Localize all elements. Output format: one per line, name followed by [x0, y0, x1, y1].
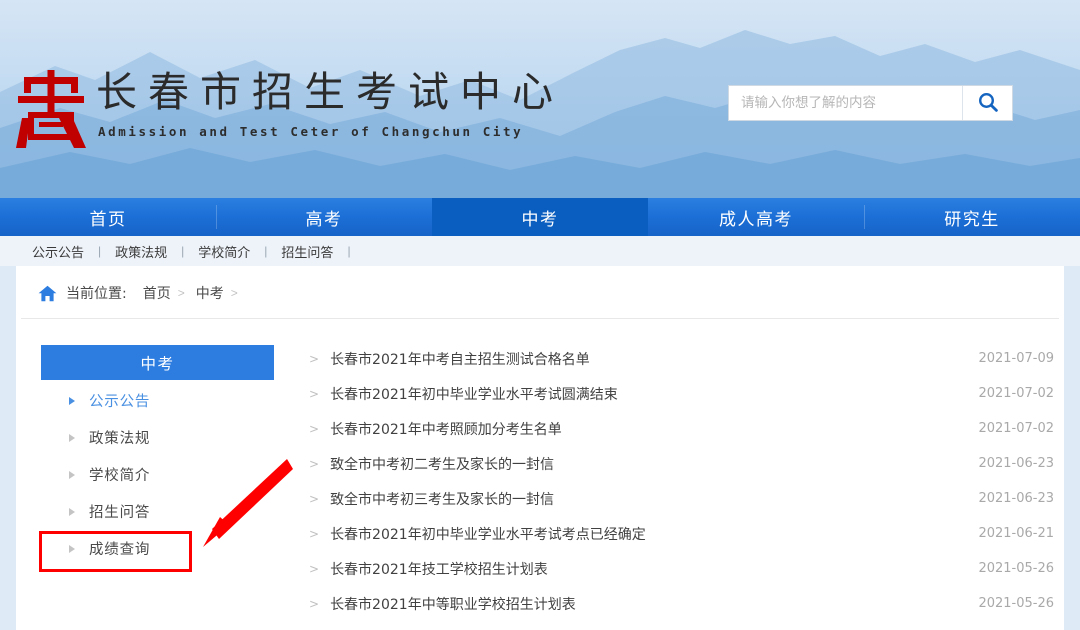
triangle-right-icon	[69, 433, 75, 442]
article-title[interactable]: 长春市2021年中考自主招生测试合格名单	[330, 349, 962, 369]
article-title[interactable]: 长春市2021年中考照顾加分考生名单	[330, 419, 962, 439]
chevron-right-icon: >	[309, 596, 320, 611]
triangle-right-icon	[69, 470, 75, 479]
home-icon	[38, 285, 57, 302]
search-input[interactable]	[729, 86, 962, 120]
chevron-right-icon: >	[309, 456, 320, 471]
list-item[interactable]: > 长春市2021年中考照顾加分考生名单 2021-07-02	[309, 411, 1054, 446]
sidebar-item-label: 招生问答	[89, 505, 151, 521]
article-date: 2021-07-02	[978, 386, 1054, 401]
nav-item-adult-gaokao[interactable]: 成人高考	[648, 198, 864, 236]
sidebar-item-label: 政策法规	[89, 431, 151, 447]
article-date: 2021-06-23	[978, 491, 1054, 506]
sidebar: 中考 公示公告 政策法规 学校简介 招生问答 成绩查询	[41, 345, 274, 567]
nav-item-home[interactable]: 首页	[0, 198, 216, 236]
article-title[interactable]: 长春市2021年技工学校招生计划表	[330, 559, 962, 579]
breadcrumb: 当前位置: 首页 > 中考 >	[38, 281, 249, 305]
article-title[interactable]: 致全市中考初二考生及家长的一封信	[330, 454, 962, 474]
list-item[interactable]: > 致全市中考初三考生及家长的一封信 2021-06-23	[309, 481, 1054, 516]
breadcrumb-arrow: >	[177, 286, 185, 300]
sidebar-item-label: 成绩查询	[89, 542, 151, 558]
chevron-right-icon: >	[309, 561, 320, 576]
list-item[interactable]: > 致全市中考初二考生及家长的一封信 2021-06-23	[309, 446, 1054, 481]
sidebar-item-policies[interactable]: 政策法规	[41, 419, 274, 456]
article-title[interactable]: 长春市2021年初中毕业学业水平考试圆满结束	[330, 384, 962, 404]
search-button[interactable]	[962, 86, 1012, 120]
sub-nav: 公示公告 | 政策法规 | 学校简介 | 招生问答 |	[0, 236, 1080, 266]
sidebar-item-label: 学校简介	[89, 468, 151, 484]
sidebar-list: 公示公告 政策法规 学校简介 招生问答 成绩查询	[41, 382, 274, 567]
subnav-item-admission-qa[interactable]: 招生问答	[267, 242, 347, 261]
article-title[interactable]: 长春市2021年中等职业学校招生计划表	[330, 594, 962, 614]
breadcrumb-link-zhongkao[interactable]: 中考	[196, 283, 224, 303]
triangle-right-icon	[69, 396, 75, 405]
page-root: 长春市招生考试中心 Admission and Test Ceter of Ch…	[0, 0, 1080, 630]
list-item[interactable]: > 长春市2021年中等职业学校招生计划表 2021-05-26	[309, 586, 1054, 621]
article-date: 2021-06-23	[978, 456, 1054, 471]
site-banner: 长春市招生考试中心 Admission and Test Ceter of Ch…	[0, 0, 1080, 198]
chevron-right-icon: >	[309, 526, 320, 541]
nav-item-gaokao[interactable]: 高考	[216, 198, 432, 236]
chevron-right-icon: >	[309, 421, 320, 436]
triangle-right-icon	[69, 544, 75, 553]
chevron-right-icon: >	[309, 491, 320, 506]
article-title[interactable]: 长春市2021年初中毕业学业水平考试考点已经确定	[330, 524, 962, 544]
article-title[interactable]: 致全市中考初三考生及家长的一封信	[330, 489, 962, 509]
article-date: 2021-07-02	[978, 421, 1054, 436]
triangle-right-icon	[69, 507, 75, 516]
main-nav: 首页 高考 中考 成人高考 研究生	[0, 198, 1080, 236]
subnav-item-announcements[interactable]: 公示公告	[18, 242, 98, 261]
nav-item-graduate[interactable]: 研究生	[864, 198, 1080, 236]
article-date: 2021-05-26	[978, 561, 1054, 576]
site-subtitle: Admission and Test Ceter of Changchun Ci…	[98, 124, 524, 139]
breadcrumb-divider	[21, 318, 1059, 319]
list-item[interactable]: > 长春市2021年技工学校招生计划表 2021-05-26	[309, 551, 1054, 586]
article-date: 2021-06-21	[978, 526, 1054, 541]
sidebar-title: 中考	[41, 345, 274, 380]
sidebar-item-label: 公示公告	[89, 394, 151, 410]
sidebar-item-score-query[interactable]: 成绩查询	[41, 530, 274, 567]
article-date: 2021-05-26	[978, 596, 1054, 611]
subnav-item-policies[interactable]: 政策法规	[101, 242, 181, 261]
content-card: 当前位置: 首页 > 中考 > 中考 公示公告 政策法规 学校简介 招生问答 成…	[16, 266, 1064, 630]
article-list: > 长春市2021年中考自主招生测试合格名单 2021-07-09 > 长春市2…	[309, 341, 1054, 621]
sidebar-item-announcements[interactable]: 公示公告	[41, 382, 274, 419]
seal-logo-icon	[12, 68, 90, 150]
search-box[interactable]	[728, 85, 1013, 121]
list-item[interactable]: > 长春市2021年初中毕业学业水平考试圆满结束 2021-07-02	[309, 376, 1054, 411]
breadcrumb-link-home[interactable]: 首页	[143, 283, 171, 303]
sidebar-item-school-intro[interactable]: 学校简介	[41, 456, 274, 493]
list-item[interactable]: > 长春市2021年中考自主招生测试合格名单 2021-07-09	[309, 341, 1054, 376]
page-title: 长春市招生考试中心	[96, 68, 564, 116]
subnav-item-school-intro[interactable]: 学校简介	[184, 242, 264, 261]
breadcrumb-arrow: >	[230, 286, 238, 300]
sidebar-item-admission-qa[interactable]: 招生问答	[41, 493, 274, 530]
nav-item-zhongkao[interactable]: 中考	[432, 198, 648, 236]
breadcrumb-label: 当前位置:	[66, 286, 127, 302]
list-item[interactable]: > 长春市2021年初中毕业学业水平考试考点已经确定 2021-06-21	[309, 516, 1054, 551]
search-icon	[977, 91, 999, 116]
chevron-right-icon: >	[309, 351, 320, 366]
article-date: 2021-07-09	[978, 351, 1054, 366]
chevron-right-icon: >	[309, 386, 320, 401]
subnav-separator: |	[347, 244, 351, 258]
